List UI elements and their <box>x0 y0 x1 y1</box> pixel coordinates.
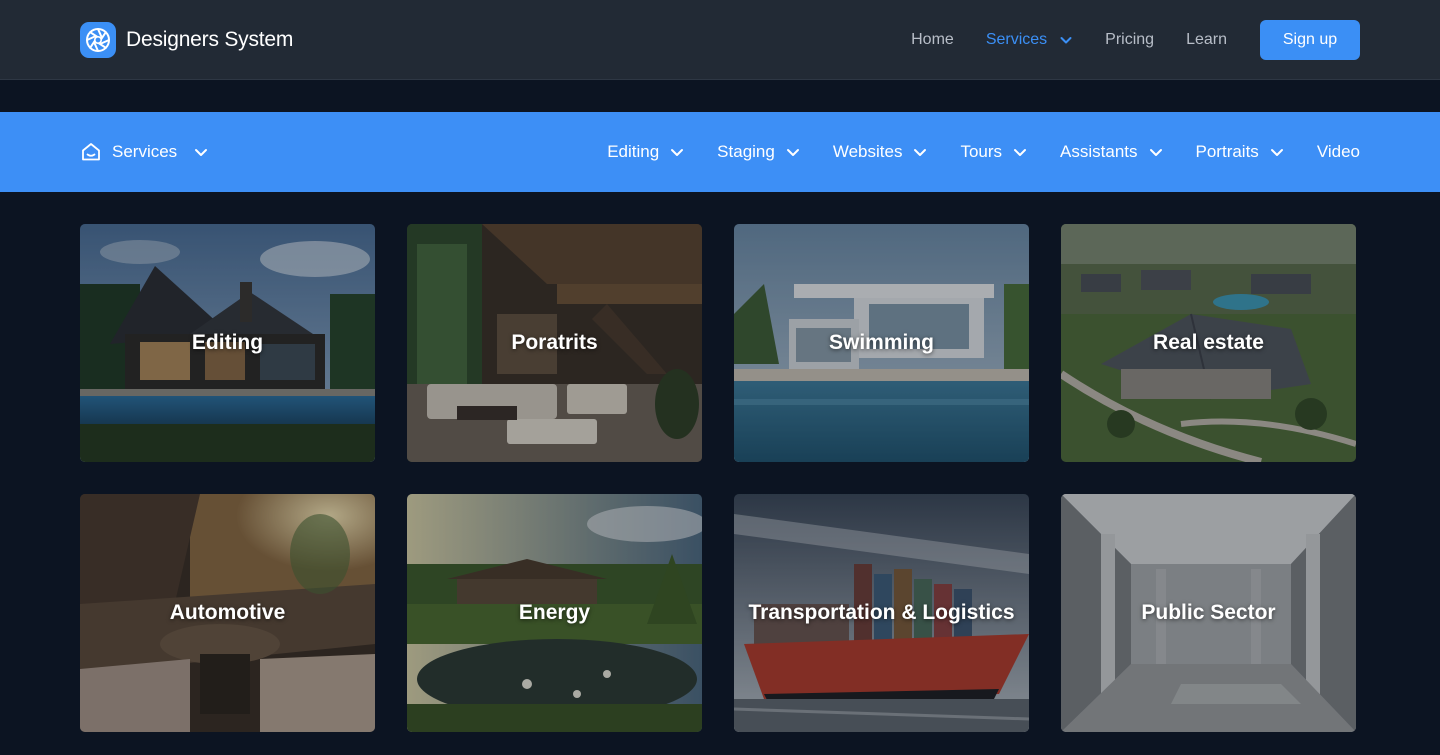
service-card-editing[interactable]: Editing <box>80 224 375 462</box>
services-category-menu: Editing Staging Websites Tours Assistant… <box>607 112 1360 192</box>
chevron-down-icon <box>669 144 685 160</box>
nav-pricing-label: Pricing <box>1105 31 1155 48</box>
aperture-icon <box>80 22 116 58</box>
nav-services-label: Services <box>985 31 1048 48</box>
subnav-item-label: Tours <box>960 142 1003 161</box>
site-header: Designers System Home Services Pricing L… <box>0 0 1440 80</box>
services-subnav: Services Editing Staging Websites Tours … <box>0 112 1440 192</box>
subnav-item-label: Portraits <box>1195 142 1259 161</box>
main-nav: Home Services Pricing Learn Sign up <box>911 20 1360 60</box>
card-title: Automotive <box>169 601 286 624</box>
subnav-item-tours[interactable]: Tours <box>960 142 1028 162</box>
nav-home-label: Home <box>911 31 954 48</box>
subnav-item-label: Assistants <box>1060 142 1138 161</box>
card-title: Real estate <box>1153 331 1264 354</box>
chevron-down-icon <box>1059 33 1073 47</box>
service-card-poratrits[interactable]: Poratrits <box>407 224 702 462</box>
signup-button[interactable]: Sign up <box>1260 20 1360 60</box>
service-card-automotive[interactable]: Automotive <box>80 494 375 732</box>
services-dropdown-label: Services <box>112 142 178 161</box>
subnav-item-video[interactable]: Video <box>1317 142 1360 162</box>
card-title: Editing <box>191 331 264 354</box>
chevron-down-icon <box>1269 144 1285 160</box>
subnav-item-label: Websites <box>832 142 903 161</box>
nav-home[interactable]: Home <box>911 31 954 49</box>
service-card-transportation-logistics[interactable]: Transportation & Logistics <box>734 494 1029 732</box>
nav-learn-label: Learn <box>1186 31 1227 48</box>
subnav-item-websites[interactable]: Websites <box>833 142 929 162</box>
subnav-item-portraits[interactable]: Portraits <box>1196 142 1285 162</box>
service-card-energy[interactable]: Energy <box>407 494 702 732</box>
nav-pricing[interactable]: Pricing <box>1105 31 1154 49</box>
service-card-swimming[interactable]: Swimming <box>734 224 1029 462</box>
service-card-public-sector[interactable]: Public Sector <box>1061 494 1356 732</box>
brand-link[interactable]: Designers System <box>80 22 293 58</box>
card-title: Energy <box>518 601 591 624</box>
home-icon <box>80 141 102 163</box>
chevron-down-icon <box>1148 144 1164 160</box>
card-title: Public Sector <box>1141 601 1276 624</box>
service-card-real-estate[interactable]: Real estate <box>1061 224 1356 462</box>
chevron-down-icon <box>193 144 209 160</box>
chevron-down-icon <box>785 144 801 160</box>
subnav-item-staging[interactable]: Staging <box>717 142 801 162</box>
nav-learn[interactable]: Learn <box>1186 31 1227 49</box>
chevron-down-icon <box>912 144 928 160</box>
subnav-item-label: Editing <box>607 142 660 161</box>
subnav-item-label: Staging <box>717 142 775 161</box>
card-title: Poratrits <box>511 331 598 354</box>
chevron-down-icon <box>1012 144 1028 160</box>
subnav-item-assistants[interactable]: Assistants <box>1060 142 1163 162</box>
brand-name: Designers System <box>126 28 294 51</box>
nav-services[interactable]: Services <box>986 31 1073 49</box>
subnav-item-label: Video <box>1316 142 1360 161</box>
card-title: Transportation & Logistics <box>748 601 1015 624</box>
card-title: Swimming <box>828 331 934 354</box>
services-dropdown[interactable]: Services <box>80 112 209 192</box>
subnav-item-editing[interactable]: Editing <box>607 142 685 162</box>
